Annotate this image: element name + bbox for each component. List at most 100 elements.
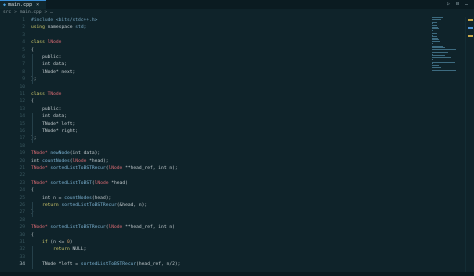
code-line[interactable]: 3 — [0, 32, 430, 39]
breadcrumb-separator: > — [44, 9, 48, 15]
code-text: { — [25, 232, 34, 239]
line-number: 3 — [22, 32, 25, 38]
code-text: TNode* sortedListToBSTRecur(lNode **head… — [25, 165, 178, 172]
code-line[interactable]: 17}; — [0, 135, 430, 142]
indent-guide — [32, 54, 33, 84]
breadcrumb: src > main.cpp > … — [0, 9, 474, 17]
code-token: lNode* next; — [31, 69, 76, 75]
code-token: NULL; — [72, 247, 87, 253]
scroll-marker — [468, 19, 473, 21]
line-number: 6 — [22, 55, 25, 60]
code-token: sortedListToBSTRecur — [50, 166, 106, 171]
code-line[interactable]: 2 using namespace std; — [0, 24, 430, 31]
code-line[interactable]: 5{ — [0, 47, 430, 54]
code-line[interactable]: 34 TNode *left = sortedListToBSTRecur (he… — [0, 261, 430, 268]
minimap-line — [432, 41, 440, 42]
minimap-line — [432, 42, 433, 44]
close-icon[interactable]: × — [36, 2, 39, 8]
breadcrumb-folder[interactable]: src — [3, 10, 11, 16]
code-token: (n <= — [50, 240, 67, 245]
code-line[interactable]: 32 return NULL; — [0, 246, 430, 253]
minimap-line — [432, 66, 441, 68]
code-token: (&head, n); — [116, 203, 148, 208]
minimap-line — [432, 61, 456, 63]
code-token: **head_ref, int n) — [125, 225, 175, 231]
run-icon[interactable]: ▷ — [447, 1, 450, 8]
code-text: class lNode — [25, 39, 61, 46]
code-token: return — [31, 247, 73, 253]
split-editor-icon[interactable]: ⊟ — [456, 1, 459, 8]
line-number: 2 — [22, 25, 25, 31]
code-line[interactable]: 28 — [0, 217, 430, 224]
line-number: 27 — [19, 210, 25, 216]
code-line[interactable]: 11 class TNode — [0, 91, 430, 98]
minimap-line — [432, 52, 448, 54]
breadcrumb-file[interactable]: main.cpp — [20, 10, 42, 16]
code-line[interactable]: 19 TNode* newNode (int data); — [0, 150, 430, 157]
code-token: TNode *left = — [31, 262, 81, 268]
minimap-line — [432, 49, 456, 50]
code-line[interactable]: 18 — [0, 143, 430, 150]
line-number: 4 — [22, 40, 25, 46]
code-line[interactable]: 10 — [0, 84, 430, 91]
code-line[interactable]: 9}; — [0, 76, 430, 83]
code-line[interactable]: 23 TNode* sortedListToBST(lNode *head) — [0, 180, 430, 187]
code-line[interactable]: 21 TNode* sortedListToBSTRecur(lNode **he… — [0, 165, 430, 172]
code-line[interactable]: 22 — [0, 172, 430, 179]
code-line[interactable]: 8 lNode* next; — [0, 69, 430, 76]
code-text: TNode* sortedListToBST(lNode *head) — [25, 180, 128, 187]
code-token: using — [31, 25, 48, 31]
code-token: *head); — [89, 158, 109, 164]
code-line[interactable]: 15 TNode* left; — [0, 121, 430, 128]
line-number: 1 — [22, 18, 25, 23]
code-line[interactable]: 7 int data; — [0, 61, 430, 68]
indent-guide — [32, 246, 33, 269]
code-line[interactable]: 12 { — [0, 98, 430, 105]
code-line[interactable]: 31 if (n <= 0) — [0, 239, 430, 246]
line-number: 7 — [22, 62, 25, 68]
tab-main-cpp[interactable]: ◆ main.cpp × — [0, 0, 46, 9]
scroll-marker — [468, 27, 473, 29]
minimap[interactable] — [432, 17, 462, 77]
more-actions-icon[interactable]: … — [465, 1, 468, 8]
minimap-line — [432, 57, 451, 58]
line-number: 19 — [19, 151, 25, 157]
code-line[interactable]: 1 #include <bits/stdc++.h> — [0, 17, 430, 24]
code-token: lNode — [94, 180, 112, 186]
line-number: 13 — [19, 106, 25, 112]
code-line[interactable]: 27} — [0, 209, 430, 216]
line-number: 21 — [19, 166, 25, 171]
code-line[interactable]: 6 public: — [0, 54, 430, 61]
code-token: countNodes — [42, 158, 70, 164]
line-number: 12 — [19, 99, 25, 105]
code-line[interactable]: 30 { — [0, 232, 430, 239]
code-token: (head); — [91, 195, 112, 201]
code-line[interactable]: 16 TNode* right; — [0, 128, 430, 135]
code-line[interactable]: 25 int n = countNodes (head); — [0, 195, 430, 202]
code-token: { — [31, 47, 34, 53]
code-text: return sortedListToBSTRecur (&head, n); — [25, 202, 147, 209]
code-token: (head_ref, n/2); — [136, 262, 181, 268]
vertical-scrollbar[interactable] — [465, 17, 474, 272]
code-line[interactable]: 13 public: — [0, 106, 430, 113]
code-token: sortedListToBSTRecur — [61, 203, 117, 208]
code-text: #include <bits/stdc++.h> — [25, 17, 97, 24]
code-line[interactable]: 29 TNode* sortedListToBSTRecur(lNode **he… — [0, 224, 430, 231]
code-editor[interactable]: 1 #include <bits/stdc++.h> 2 using namespac… — [0, 17, 474, 272]
code-text: { — [25, 47, 34, 54]
code-line[interactable]: 24 { — [0, 187, 430, 194]
code-line[interactable]: 14 int data; — [0, 113, 430, 120]
code-text: public: — [25, 54, 61, 61]
code-token: newNode — [50, 151, 70, 157]
line-number: 24 — [19, 188, 25, 194]
code-text: { — [25, 98, 34, 105]
code-line[interactable]: 4 class lNode — [0, 39, 430, 46]
code-line[interactable]: 20 int countNodes(lNode *head); — [0, 158, 430, 165]
breadcrumb-symbol[interactable]: … — [50, 10, 53, 16]
code-token: int data; — [31, 114, 67, 120]
line-number: 32 — [19, 247, 25, 253]
code-text: using namespace std; — [25, 24, 86, 31]
breadcrumb-separator: > — [14, 9, 17, 15]
code-line[interactable]: 33 — [0, 254, 430, 261]
code-line[interactable]: 26 return sortedListToBSTRecur (&head, n)… — [0, 202, 430, 209]
